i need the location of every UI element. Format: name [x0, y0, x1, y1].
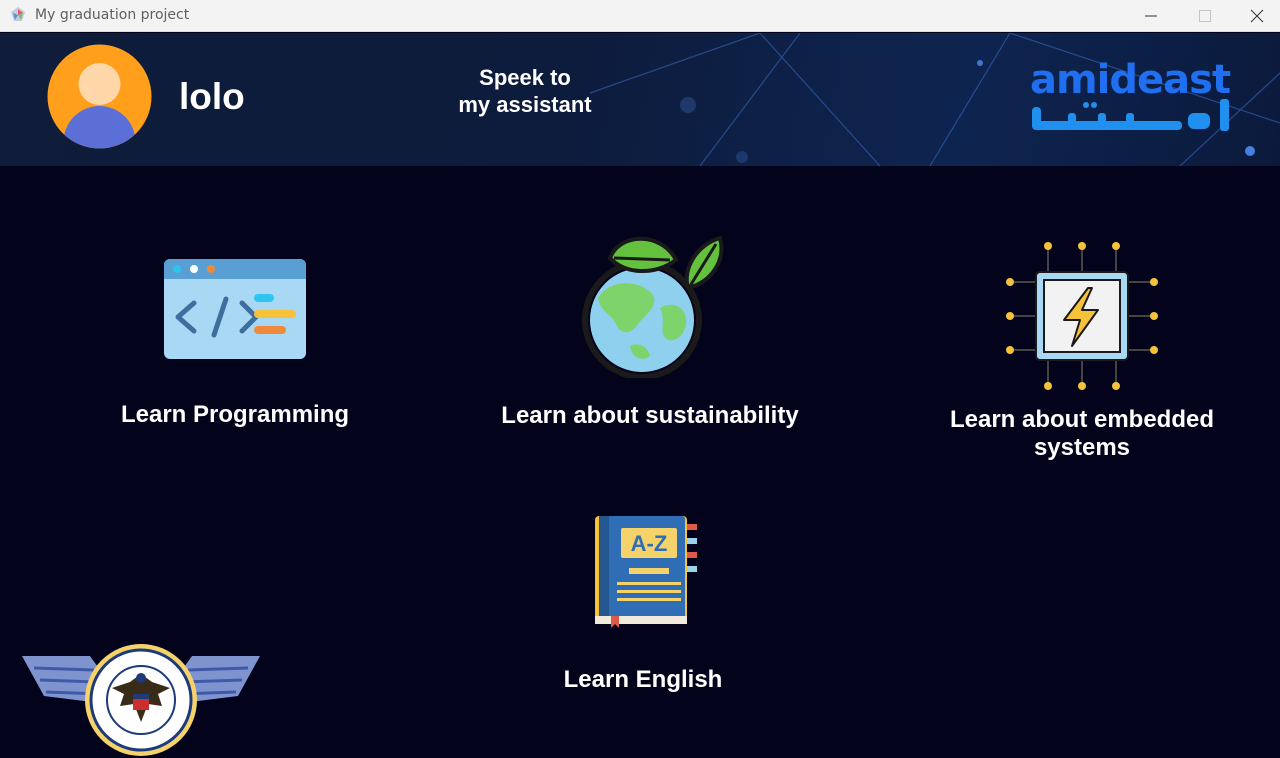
embedded-label-line2: systems	[1033, 434, 1131, 461]
assistant-label-line1: Speek to	[479, 65, 571, 90]
brand-name-arabic-logo	[1032, 99, 1229, 131]
learn-sustainability-label: Learn about sustainability	[501, 402, 799, 429]
learn-english-label: Learn English	[563, 666, 723, 693]
assistant-label-line2: my assistant	[458, 92, 592, 117]
brand-name-en: amideast	[1030, 57, 1231, 103]
learn-english-tile[interactable]: A-Z Learn English	[513, 512, 773, 694]
learn-embedded-systems-label: Learn about embedded systems	[922, 406, 1242, 462]
speak-to-assistant-button[interactable]: Speek to my assistant	[440, 64, 610, 118]
learn-programming-label: Learn Programming	[120, 401, 350, 428]
window-title: My graduation project	[35, 7, 190, 23]
svg-text:A-Z: A-Z	[631, 531, 668, 556]
dictionary-book-icon: A-Z	[595, 516, 697, 628]
learn-sustainability-tile[interactable]: Learn about sustainability	[475, 228, 825, 430]
code-window-icon	[164, 259, 306, 359]
learn-embedded-systems-tile[interactable]: Learn about embedded systems	[922, 238, 1242, 462]
earth-leaves-icon	[582, 235, 724, 378]
app-icon	[11, 7, 25, 21]
embedded-label-line1: Learn about embedded	[949, 406, 1215, 433]
username-label: lolo	[179, 76, 245, 117]
us-embassy-seal-icon	[22, 644, 260, 756]
header-banner: lolo Speek to my assistant amideast	[0, 33, 1280, 166]
window-title-bar: My graduation project	[0, 0, 1280, 32]
maximize-icon	[1199, 10, 1211, 22]
chip-lightning-icon	[1006, 242, 1158, 390]
minimize-button[interactable]	[1128, 0, 1174, 31]
user-avatar[interactable]	[47, 44, 152, 149]
maximize-button[interactable]	[1182, 0, 1228, 31]
close-button[interactable]	[1234, 0, 1280, 31]
minimize-icon	[1145, 15, 1157, 17]
amideast-logo: amideast	[1028, 57, 1238, 139]
main-menu: Learn Programming Learn about sustainabi…	[0, 166, 1280, 758]
close-icon	[1250, 9, 1264, 23]
learn-programming-tile[interactable]: Learn Programming	[90, 251, 380, 429]
